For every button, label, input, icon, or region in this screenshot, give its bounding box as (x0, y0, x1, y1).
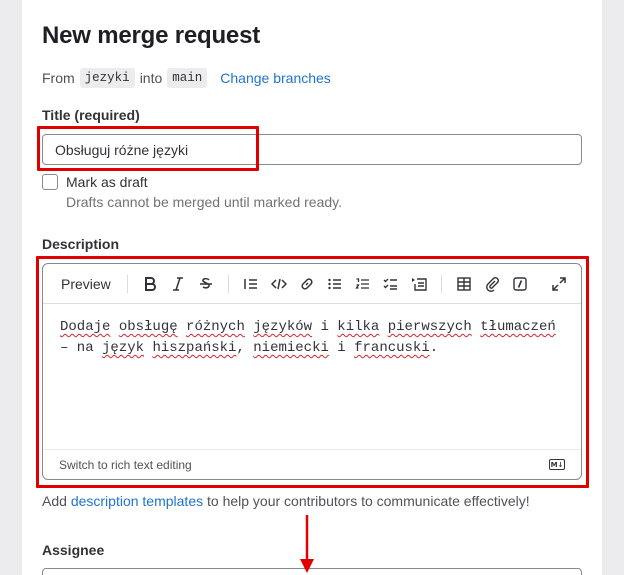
description-label: Description (42, 236, 120, 252)
title-label: Title (required) (42, 107, 140, 123)
draft-help-text: Drafts cannot be merged until marked rea… (66, 194, 342, 210)
templates-prefix: Add (42, 493, 71, 509)
change-branches-link[interactable]: Change branches (220, 70, 331, 86)
into-label: into (139, 70, 163, 86)
draft-row: Mark as draft (42, 174, 148, 190)
left-background (0, 0, 22, 575)
page-title: New merge request (42, 22, 261, 49)
from-label: From (42, 70, 75, 86)
assignee-label: Assignee (42, 542, 105, 558)
templates-help: Add description templates to help your c… (42, 493, 530, 509)
draft-checkbox[interactable] (42, 174, 58, 190)
description-templates-link[interactable]: description templates (71, 493, 203, 509)
title-highlight-box (37, 126, 259, 171)
source-branch: jezyki (79, 68, 135, 88)
down-arrow-icon (300, 515, 314, 573)
target-branch: main (167, 68, 208, 88)
draft-label[interactable]: Mark as draft (66, 174, 148, 190)
branch-info: From jezyki into main Change branches (42, 68, 331, 88)
templates-suffix: to help your contributors to communicate… (203, 493, 530, 509)
right-background (602, 0, 624, 575)
description-highlight-box (36, 256, 589, 488)
